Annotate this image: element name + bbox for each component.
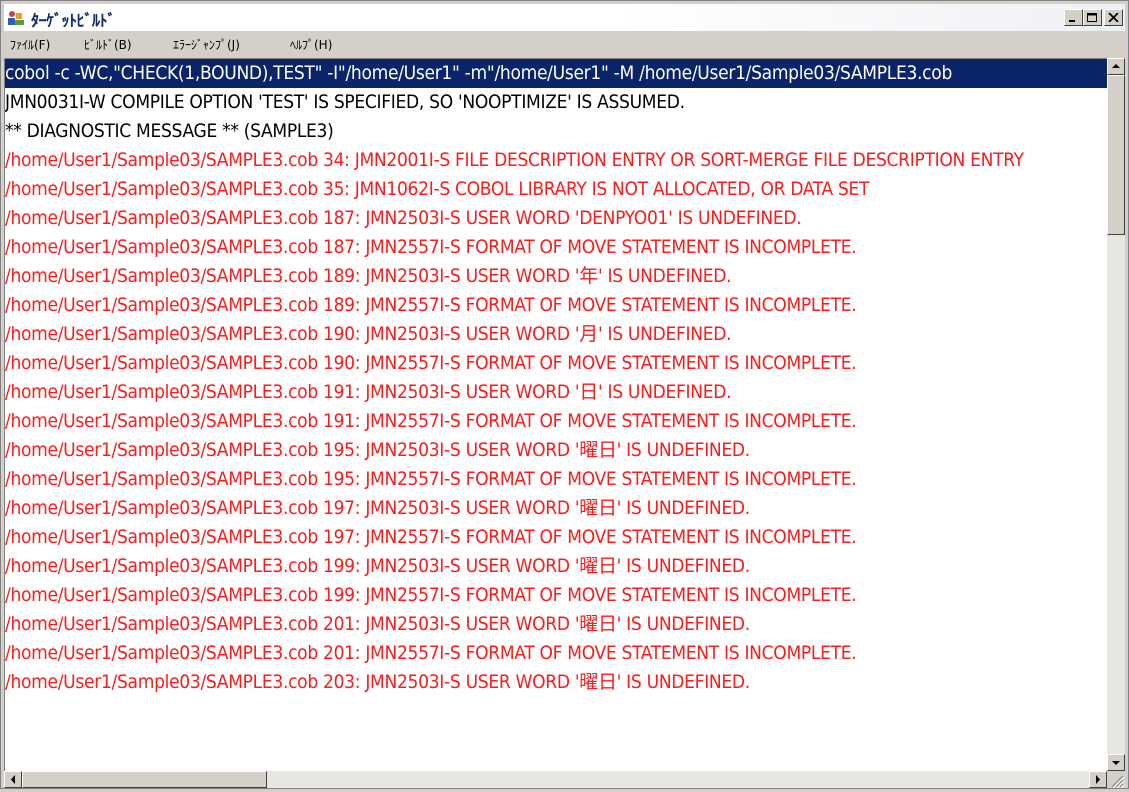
- minimize-icon: [1069, 20, 1075, 22]
- error-line[interactable]: /home/User1/Sample03/SAMPLE3.cob 190: JM…: [5, 320, 732, 349]
- error-line[interactable]: /home/User1/Sample03/SAMPLE3.cob 197: JM…: [5, 494, 750, 523]
- error-line[interactable]: /home/User1/Sample03/SAMPLE3.cob 189: JM…: [5, 291, 857, 320]
- scroll-down-arrow-icon: [1112, 761, 1120, 765]
- vertical-scroll-thumb[interactable]: [1107, 75, 1125, 235]
- log-line[interactable]: JMN0031I-W COMPILE OPTION 'TEST' IS SPEC…: [5, 88, 685, 117]
- error-line[interactable]: /home/User1/Sample03/SAMPLE3.cob 195: JM…: [5, 465, 857, 494]
- scroll-down-button[interactable]: [1107, 754, 1125, 771]
- menu-error-jump[interactable]: ｴﾗｰｼﾞｬﾝﾌﾟ(J): [173, 36, 240, 53]
- error-line[interactable]: /home/User1/Sample03/SAMPLE3.cob 34: JMN…: [5, 146, 1024, 175]
- resize-grip-icon: [1111, 775, 1125, 789]
- log-line[interactable]: ** DIAGNOSTIC MESSAGE ** (SAMPLE3): [5, 117, 334, 146]
- error-line[interactable]: /home/User1/Sample03/SAMPLE3.cob 189: JM…: [5, 262, 732, 291]
- scroll-up-button[interactable]: [1107, 58, 1125, 75]
- error-line[interactable]: /home/User1/Sample03/SAMPLE3.cob 190: JM…: [5, 349, 857, 378]
- menu-help[interactable]: ﾍﾙﾌﾟ(H): [290, 36, 332, 53]
- error-line[interactable]: /home/User1/Sample03/SAMPLE3.cob 191: JM…: [5, 407, 857, 436]
- menu-build[interactable]: ﾋﾞﾙﾄﾞ(B): [84, 36, 132, 53]
- size-grip[interactable]: [1107, 771, 1125, 789]
- scroll-left-arrow-icon: [11, 775, 15, 784]
- close-button[interactable]: [1104, 9, 1123, 26]
- error-line[interactable]: /home/User1/Sample03/SAMPLE3.cob 187: JM…: [5, 204, 802, 233]
- scroll-left-button[interactable]: [4, 771, 22, 788]
- minimize-button[interactable]: [1064, 9, 1083, 26]
- error-line[interactable]: /home/User1/Sample03/SAMPLE3.cob 197: JM…: [5, 523, 857, 552]
- error-line[interactable]: /home/User1/Sample03/SAMPLE3.cob 203: JM…: [5, 668, 750, 697]
- error-line[interactable]: /home/User1/Sample03/SAMPLE3.cob 201: JM…: [5, 639, 857, 668]
- scroll-right-button[interactable]: [1089, 771, 1107, 788]
- log-line-selected[interactable]: cobol -c -WC,"CHECK(1,BOUND),TEST" -I"/h…: [5, 59, 1107, 88]
- error-line[interactable]: /home/User1/Sample03/SAMPLE3.cob 35: JMN…: [5, 175, 869, 204]
- close-icon: [1108, 13, 1119, 22]
- scroll-right-arrow-icon: [1096, 775, 1100, 784]
- title-bar[interactable]: ﾀｰｹﾞｯﾄﾋﾞﾙﾄﾞ: [4, 4, 1125, 31]
- error-line[interactable]: /home/User1/Sample03/SAMPLE3.cob 187: JM…: [5, 233, 857, 262]
- menu-file[interactable]: ﾌｧｲﾙ(F): [10, 36, 50, 53]
- error-line[interactable]: /home/User1/Sample03/SAMPLE3.cob 191: JM…: [5, 378, 732, 407]
- error-line[interactable]: /home/User1/Sample03/SAMPLE3.cob 199: JM…: [5, 581, 857, 610]
- horizontal-scrollbar[interactable]: [4, 771, 1107, 788]
- vertical-scrollbar[interactable]: [1107, 58, 1125, 771]
- maximize-button[interactable]: [1083, 9, 1102, 26]
- target-build-window: ﾀｰｹﾞｯﾄﾋﾞﾙﾄﾞ ﾌｧｲﾙ(F) ﾋﾞﾙﾄﾞ(B) ｴﾗｰｼﾞｬﾝﾌﾟ(J…: [0, 0, 1129, 789]
- build-output-list[interactable]: cobol -c -WC,"CHECK(1,BOUND),TEST" -I"/h…: [4, 58, 1107, 771]
- build-app-icon: [7, 9, 27, 27]
- window-title: ﾀｰｹﾞｯﾄﾋﾞﾙﾄﾞ: [31, 11, 116, 30]
- menu-bar: ﾌｧｲﾙ(F) ﾋﾞﾙﾄﾞ(B) ｴﾗｰｼﾞｬﾝﾌﾟ(J) ﾍﾙﾌﾟ(H): [4, 32, 1125, 56]
- horizontal-scroll-thumb[interactable]: [22, 771, 267, 788]
- error-line[interactable]: /home/User1/Sample03/SAMPLE3.cob 199: JM…: [5, 552, 750, 581]
- maximize-icon: [1087, 13, 1097, 22]
- error-line[interactable]: /home/User1/Sample03/SAMPLE3.cob 201: JM…: [5, 610, 750, 639]
- error-line[interactable]: /home/User1/Sample03/SAMPLE3.cob 195: JM…: [5, 436, 750, 465]
- scroll-up-arrow-icon: [1112, 64, 1120, 68]
